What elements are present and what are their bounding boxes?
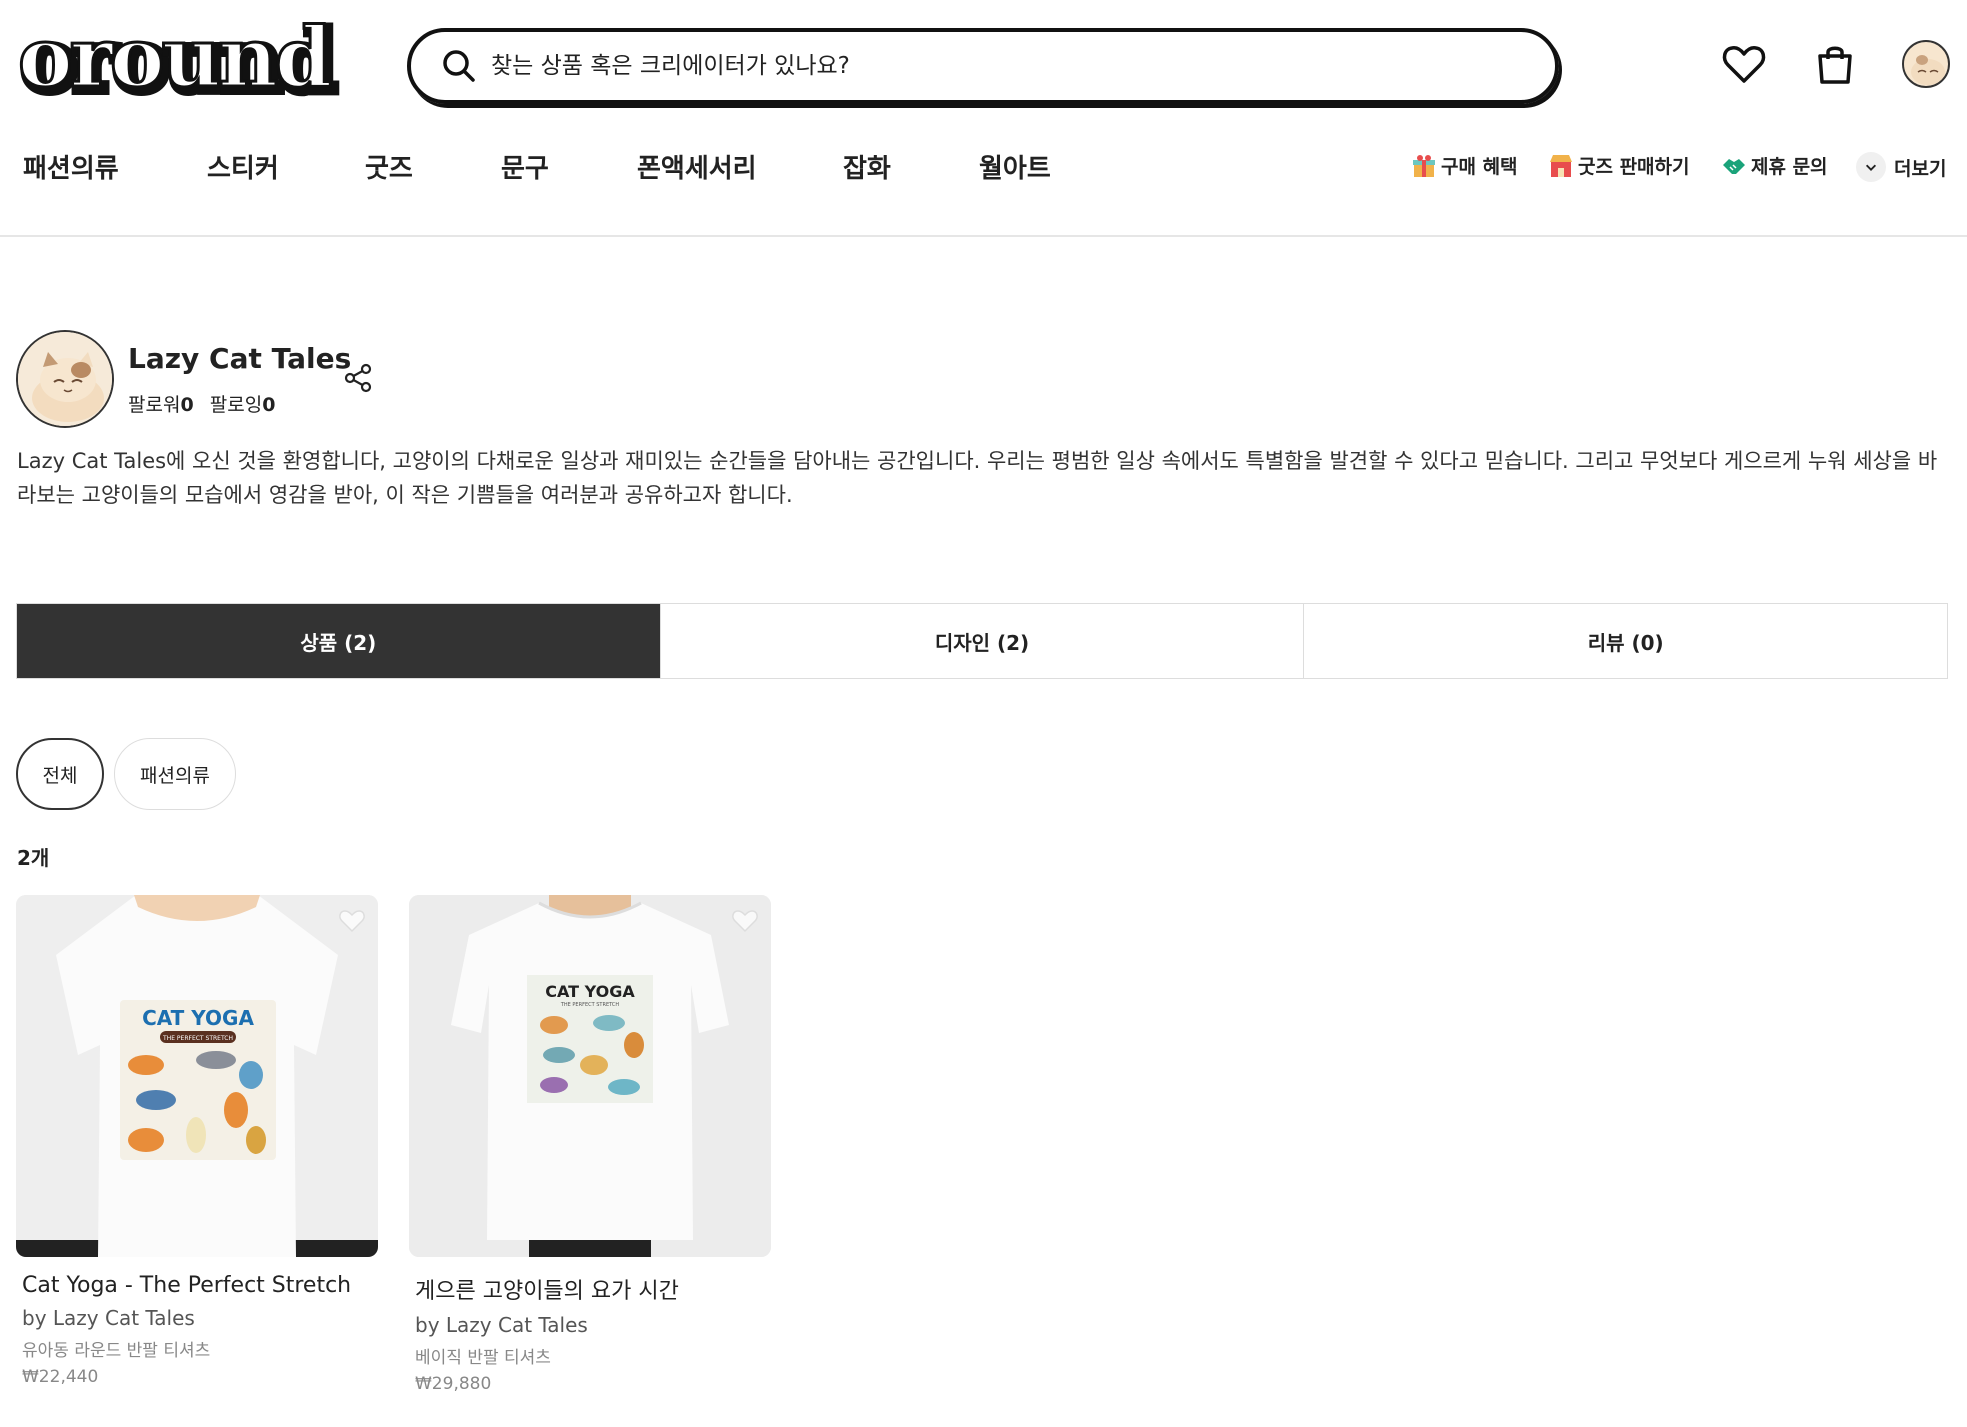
creator-avatar [16, 330, 114, 428]
nav-wall-art[interactable]: 월아트 [979, 148, 1051, 185]
share-icon[interactable] [343, 363, 373, 393]
chevron-down-icon [1856, 152, 1886, 182]
more-dropdown[interactable]: 더보기 [1856, 152, 1946, 182]
search-input[interactable] [491, 53, 1391, 79]
user-avatar[interactable] [1902, 40, 1950, 88]
creator-bio: Lazy Cat Tales에 오신 것을 환영합니다, 고양이의 다채로운 일… [17, 449, 1938, 507]
followers-count[interactable]: 0 [180, 394, 193, 416]
creator-name: Lazy Cat Tales [128, 342, 352, 375]
product-type: 유아동 라운드 반팔 티셔츠 [22, 1341, 211, 1361]
favorite-heart-icon[interactable] [338, 907, 366, 935]
print-title: CAT YOGA [545, 982, 635, 1001]
nav-stationery[interactable]: 문구 [501, 148, 549, 185]
product-price: ₩22,440 [22, 1367, 99, 1387]
product-image[interactable]: CAT YOGA THE PERFECT STRETCH [16, 895, 378, 1257]
purchase-benefit-link[interactable]: 구매 혜택 [1411, 152, 1518, 179]
oround-logo[interactable]: oround oround [16, 9, 346, 116]
following-label: 팔로잉 [209, 394, 263, 416]
filter-fashion[interactable]: 패션의류 [114, 738, 236, 810]
site-header: oround oround 패션의류 스티커 굿즈 문구 폰액세서리 잡화 월아… [0, 0, 1967, 237]
print-subtitle: THE PERFECT STRETCH [162, 1035, 233, 1042]
product-image[interactable]: CAT YOGA THE PERFECT STRETCH [409, 895, 771, 1257]
nav-miscellaneous[interactable]: 잡화 [843, 148, 891, 185]
followers-label: 팔로워 [128, 394, 181, 416]
following-count[interactable]: 0 [262, 394, 275, 416]
print-subtitle: THE PERFECT STRETCH [560, 1002, 619, 1008]
profile-tabs: 상품 (2) 디자인 (2) 리뷰 (0) [16, 603, 1948, 679]
tab-designs[interactable]: 디자인 (2) [661, 604, 1305, 678]
product-title[interactable]: 게으른 고양이들의 요가 시간 [409, 1273, 771, 1305]
sell-goods-label: 굿즈 판매하기 [1578, 156, 1690, 178]
search-bar[interactable] [407, 28, 1559, 104]
product-card[interactable]: CAT YOGA THE PERFECT STRETCH Cat Yoga - … [16, 895, 378, 1387]
wishlist-heart-icon[interactable] [1720, 40, 1768, 88]
svg-text:oround: oround [18, 18, 331, 106]
product-creator[interactable]: by Lazy Cat Tales [16, 1306, 378, 1330]
nav-phone-accessories[interactable]: 폰액세서리 [637, 148, 757, 185]
sell-goods-link[interactable]: 굿즈 판매하기 [1548, 152, 1690, 179]
product-type: 베이직 반팔 티셔츠 [415, 1348, 551, 1368]
handshake-icon [1723, 158, 1745, 174]
product-title[interactable]: Cat Yoga - The Perfect Stretch [16, 1273, 378, 1298]
filter-all[interactable]: 전체 [16, 738, 104, 810]
product-card[interactable]: CAT YOGA THE PERFECT STRETCH 게으른 고양이들의 요… [409, 895, 771, 1394]
gift-icon [1413, 154, 1435, 177]
print-title: CAT YOGA [142, 1006, 254, 1030]
nav-sticker[interactable]: 스티커 [207, 148, 279, 185]
store-icon [1550, 154, 1572, 177]
search-icon[interactable] [441, 48, 477, 84]
nav-fashion[interactable]: 패션의류 [23, 148, 119, 185]
shopping-bag-icon[interactable] [1811, 40, 1859, 88]
purchase-benefit-label: 구매 혜택 [1441, 156, 1518, 178]
more-label: 더보기 [1894, 157, 1947, 180]
partnership-label: 제휴 문의 [1751, 156, 1828, 178]
partnership-link[interactable]: 제휴 문의 [1721, 152, 1828, 179]
product-count: 2개 [17, 846, 50, 870]
follow-stats: 팔로워0 팔로잉0 [128, 390, 285, 417]
product-creator[interactable]: by Lazy Cat Tales [409, 1313, 771, 1337]
tab-products[interactable]: 상품 (2) [17, 604, 661, 678]
nav-goods[interactable]: 굿즈 [365, 148, 413, 185]
product-price: ₩29,880 [415, 1374, 492, 1394]
favorite-heart-icon[interactable] [731, 907, 759, 935]
tab-reviews[interactable]: 리뷰 (0) [1304, 604, 1947, 678]
